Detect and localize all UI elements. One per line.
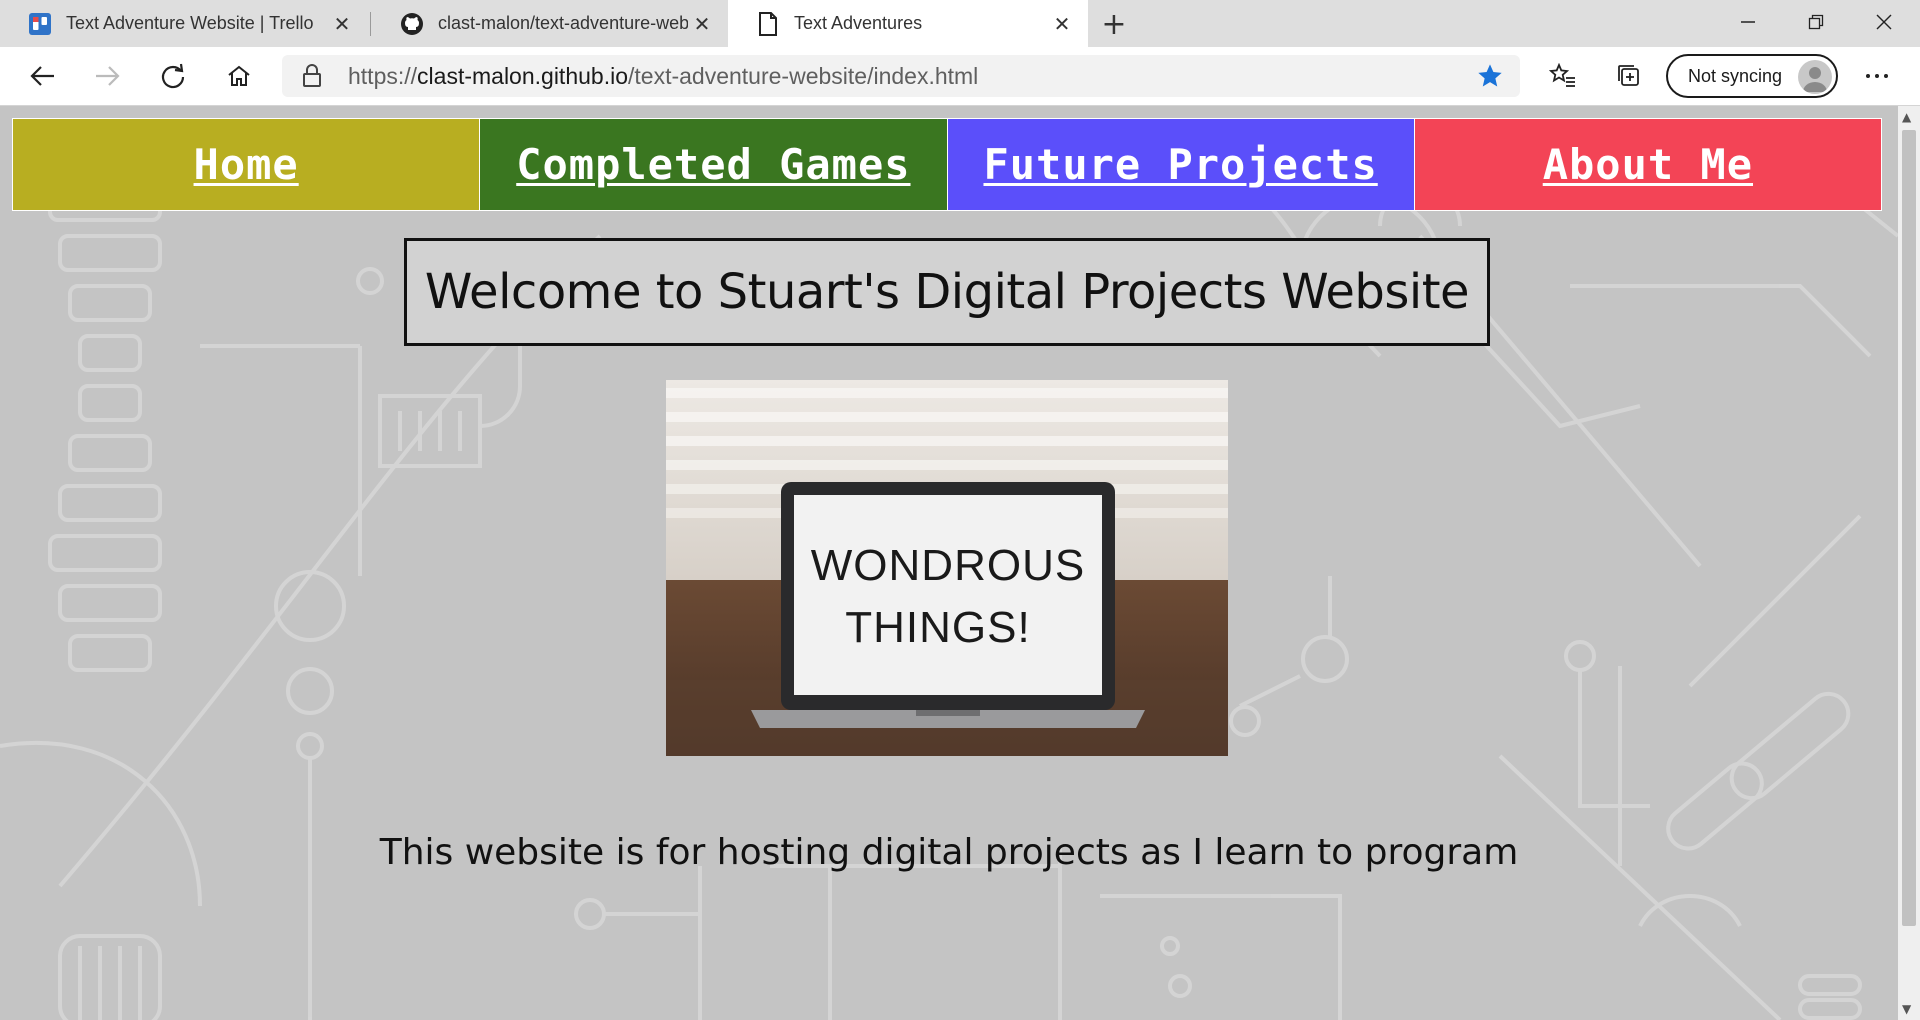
nav-about-me-link[interactable]: About Me <box>1543 140 1753 189</box>
url-host: clast-malon.github.io <box>417 63 628 89</box>
lock-icon[interactable] <box>302 64 322 92</box>
url-prefix: https:// <box>348 63 418 89</box>
tab-divider <box>370 12 371 36</box>
scroll-down-icon[interactable]: ▼ <box>1902 1002 1911 1016</box>
tab-github[interactable]: clast-malon/text-adventure-website ✕ <box>372 0 728 47</box>
favorite-star-icon[interactable] <box>1476 62 1504 94</box>
nav-future-projects-link[interactable]: Future Projects <box>983 140 1377 189</box>
trello-icon <box>28 12 52 36</box>
page-scrollbar[interactable]: ▲ ▼ <box>1898 106 1920 1020</box>
welcome-banner: Welcome to Stuart's Digital Projects Web… <box>404 238 1490 346</box>
back-arrow-icon[interactable] <box>20 53 66 99</box>
nav-home[interactable]: Home <box>13 119 481 210</box>
laptop-photo: WONDROUS THINGS! <box>666 380 1228 756</box>
close-icon[interactable]: ✕ <box>328 10 356 38</box>
favorites-icon[interactable] <box>1540 53 1586 99</box>
nav-home-link[interactable]: Home <box>194 140 299 189</box>
hero-image: WONDROUS THINGS! <box>666 380 1228 756</box>
close-window-icon[interactable] <box>1850 0 1918 44</box>
github-icon <box>400 12 424 36</box>
nav-completed-games[interactable]: Completed Games <box>480 119 948 210</box>
tab-trello[interactable]: Text Adventure Website | Trello ✕ <box>0 0 368 47</box>
screen-text-line2: THINGS! <box>845 603 1030 652</box>
tab-strip: Text Adventure Website | Trello ✕ clast-… <box>0 0 1920 47</box>
page-viewport: Home Completed Games Future Projects Abo… <box>0 106 1898 1020</box>
scroll-up-icon[interactable]: ▲ <box>1902 110 1911 124</box>
page-title: Welcome to Stuart's Digital Projects Web… <box>424 264 1470 320</box>
nav-completed-games-link[interactable]: Completed Games <box>516 140 910 189</box>
sync-label: Not syncing <box>1688 65 1783 86</box>
url-text[interactable]: https://clast-malon.github.io/text-adven… <box>348 63 978 90</box>
main-nav: Home Completed Games Future Projects Abo… <box>12 118 1882 211</box>
profile-sync-button[interactable]: Not syncing <box>1666 54 1838 98</box>
home-icon[interactable] <box>216 53 262 99</box>
tagline: This website is for hosting digital proj… <box>379 832 1519 873</box>
collections-icon[interactable] <box>1606 53 1652 99</box>
forward-arrow-icon[interactable] <box>84 53 130 99</box>
more-menu-icon[interactable] <box>1854 53 1900 99</box>
tab-title: Text Adventure Website | Trello <box>66 13 314 33</box>
url-path: /text-adventure-website/index.html <box>628 63 979 89</box>
address-bar[interactable]: https://clast-malon.github.io/text-adven… <box>282 55 1520 97</box>
screen-text-line1: WONDROUS <box>811 541 1085 590</box>
close-icon[interactable]: ✕ <box>1048 10 1076 38</box>
browser-toolbar: https://clast-malon.github.io/text-adven… <box>0 47 1920 106</box>
refresh-icon[interactable] <box>150 53 196 99</box>
close-icon[interactable]: ✕ <box>688 10 716 38</box>
minimize-icon[interactable] <box>1714 0 1782 44</box>
new-tab-icon[interactable]: + <box>1096 6 1132 42</box>
restore-icon[interactable] <box>1782 0 1850 44</box>
avatar <box>1798 60 1832 94</box>
tab-text-adventures[interactable]: Text Adventures ✕ <box>728 0 1088 47</box>
page-icon <box>756 11 780 36</box>
tab-title: clast-malon/text-adventure-website <box>438 13 688 33</box>
scrollbar-thumb[interactable] <box>1902 130 1916 926</box>
tab-title: Text Adventures <box>794 13 923 33</box>
nav-future-projects[interactable]: Future Projects <box>947 119 1415 210</box>
nav-about-me[interactable]: About Me <box>1414 119 1881 210</box>
